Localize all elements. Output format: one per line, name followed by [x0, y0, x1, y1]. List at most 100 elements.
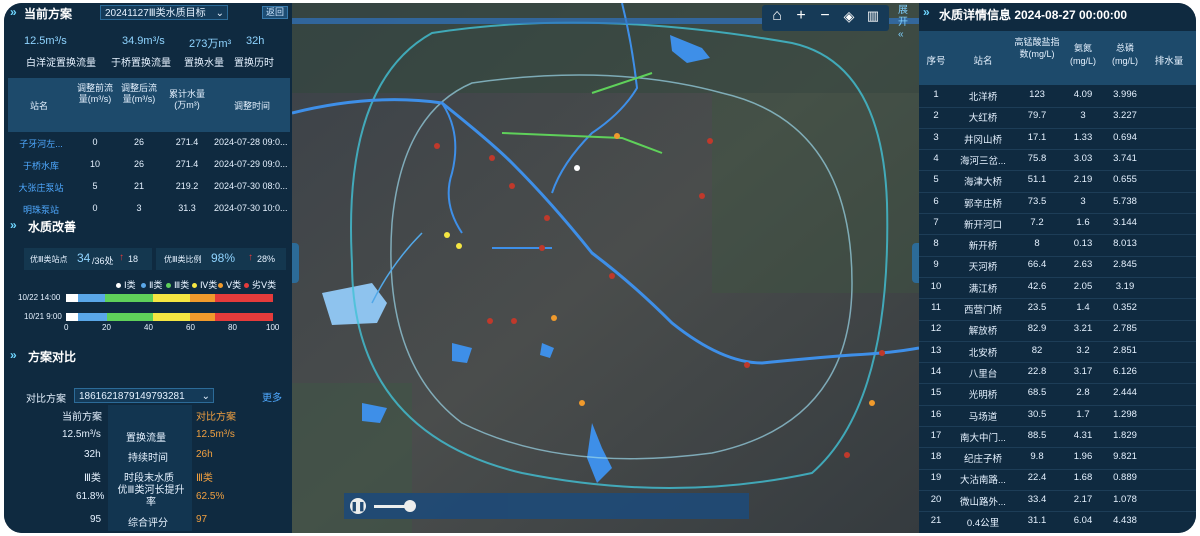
double-chevron-icon: « [898, 29, 904, 40]
detail-cell: 八里台 [968, 368, 998, 380]
detail-cell: 79.7 [1027, 110, 1047, 122]
back-button[interactable]: 返回 [262, 6, 288, 19]
station-cell: 26 [133, 137, 144, 147]
axis-tick: 40 [144, 323, 153, 332]
detail-cell: 满江桥 [968, 283, 998, 295]
detail-row[interactable]: 5 海津大桥 51.1 2.19 0.655 [919, 170, 1196, 193]
expand-panel-button[interactable]: 展开 « [898, 5, 912, 41]
detail-cell: 7 [933, 216, 939, 228]
home-icon[interactable]: ⌂ [766, 5, 788, 27]
detail-cell: 2.17 [1073, 493, 1093, 505]
detail-row[interactable]: 15 光明桥 68.5 2.8 2.444 [919, 383, 1196, 406]
detail-cell: 郭辛庄桥 [963, 198, 1002, 210]
detail-row[interactable]: 4 海河三岔... 75.8 3.03 3.741 [919, 149, 1196, 172]
detail-cell: 海津大桥 [963, 177, 1002, 189]
detail-cell: 3 [933, 131, 939, 143]
station-name-link[interactable]: 子牙河左... [10, 137, 72, 150]
collapse-left-handle[interactable] [292, 243, 299, 283]
detail-row[interactable]: 10 满江桥 42.6 2.05 3.19 [919, 277, 1196, 300]
bar-segment [78, 313, 108, 321]
compare-other-value: 12.5m³/s [196, 429, 235, 440]
station-col-name: 站名 [29, 101, 48, 111]
detail-cell: 3.227 [1113, 110, 1137, 122]
detail-cell: 北安桥 [968, 347, 998, 359]
detail-row[interactable]: 3 井冈山桥 17.1 1.33 0.694 [919, 128, 1196, 151]
detail-cell: 3.19 [1115, 280, 1135, 292]
detail-row[interactable]: 1 北洋桥 123 4.09 3.996 [919, 85, 1196, 108]
plus-icon[interactable]: + [790, 5, 812, 27]
detail-cell: 22.8 [1027, 365, 1047, 377]
detail-row[interactable]: 11 西营门桥 23.5 1.4 0.352 [919, 298, 1196, 321]
compare-select[interactable]: 1861621879149793281 ⌄ [74, 388, 214, 403]
map-canvas[interactable] [291, 3, 920, 533]
map-view[interactable]: ⌂ + − ◈ ▥ 展开 « ❚❚ [291, 3, 920, 533]
metric-value-3: 32h [246, 35, 265, 47]
legend-item-3: Ⅲ类 [166, 278, 189, 291]
detail-cell: 5.738 [1113, 195, 1137, 207]
detail-row[interactable]: 21 0.4公里 31.1 6.04 4.438 [919, 511, 1196, 533]
detail-row[interactable]: 17 南大中门... 88.5 4.31 1.829 [919, 426, 1196, 449]
compare-select-label: 对比方案 [26, 394, 66, 405]
detail-cell: 1.6 [1076, 216, 1090, 228]
station-name-link[interactable]: 大张庄泵站 [10, 181, 72, 194]
minus-icon[interactable]: − [814, 5, 836, 27]
detail-cell: 0.889 [1113, 472, 1137, 484]
station-cell: 3 [136, 203, 142, 213]
detail-cell: 0.655 [1113, 174, 1137, 186]
station-name-link[interactable]: 于桥水库 [10, 159, 72, 172]
detail-cell: 5 [933, 174, 939, 186]
detail-row[interactable]: 9 天河桥 66.4 2.63 2.845 [919, 255, 1196, 278]
detail-row[interactable]: 7 新开河口 7.2 1.6 3.144 [919, 213, 1196, 236]
detail-row[interactable]: 8 新开桥 8 0.13 8.013 [919, 234, 1196, 257]
detail-row[interactable]: 14 八里台 22.8 3.17 6.126 [919, 362, 1196, 385]
detail-cell: 15 [930, 387, 942, 399]
detail-cell: 2.63 [1073, 259, 1093, 271]
detail-row[interactable]: 12 解放桥 82.9 3.21 2.785 [919, 319, 1196, 342]
detail-cell: 大红桥 [968, 113, 998, 125]
detail-cell: 31.1 [1027, 515, 1047, 526]
layers-icon[interactable]: ◈ [838, 5, 860, 27]
axis-tick: 100 [266, 323, 280, 332]
compare-metric-label: 优Ⅲ类河长提升率 [117, 485, 185, 508]
detail-row[interactable]: 2 大红桥 79.7 3 3.227 [919, 106, 1196, 129]
detail-cell: 2.8 [1076, 387, 1090, 399]
left-panel: » 当前方案 20241127Ⅲ类水质目标 ⌄ 返回 12.5m³/s 34.9… [4, 3, 292, 533]
map-icon[interactable]: ▥ [862, 5, 884, 27]
detail-cell: 19 [930, 472, 942, 484]
timeline-slider-handle[interactable] [404, 500, 416, 512]
station-col-before: 调整前流量(m³/s) [76, 83, 113, 104]
detail-row[interactable]: 16 马场道 30.5 1.7 1.298 [919, 405, 1196, 427]
bar-segment [190, 294, 215, 302]
station-name-link[interactable]: 明珠泵站 [10, 203, 72, 216]
plan-select[interactable]: 20241127Ⅲ类水质目标 ⌄ [100, 5, 228, 20]
detail-cell: 75.8 [1027, 152, 1047, 164]
detail-row[interactable]: 20 微山路外... 33.4 2.17 1.078 [919, 490, 1196, 513]
detail-row[interactable]: 6 郭辛庄桥 73.5 3 5.738 [919, 192, 1196, 214]
detail-cell: 新开河口 [963, 219, 1002, 231]
bar-segment [66, 294, 79, 302]
more-link[interactable]: 更多 [262, 389, 282, 404]
station-cell: 271.4 [175, 159, 199, 169]
chevron-down-icon: ⌄ [215, 8, 224, 19]
collapse-right-handle[interactable] [912, 243, 919, 283]
detail-cell: 33.4 [1027, 493, 1047, 505]
axis-tick: 20 [102, 323, 111, 332]
detail-col-tp: 总磷(mg/L) [1111, 43, 1138, 66]
good-ratio-label: 优Ⅲ类比例 [164, 255, 202, 264]
detail-cell: 4.438 [1113, 515, 1137, 526]
metric-value-1: 34.9m³/s [122, 35, 165, 47]
detail-cell: 2.785 [1113, 323, 1137, 335]
detail-cell: 68.5 [1027, 387, 1047, 399]
detail-row[interactable]: 18 纪庄子桥 9.8 1.96 9.821 [919, 447, 1196, 470]
compare-select-value: 1861621879149793281 [79, 391, 185, 402]
detail-cell: 4 [933, 152, 939, 164]
timeline-player: ❚❚ [344, 493, 749, 519]
detail-cell: 光明桥 [968, 390, 998, 402]
compare-section-title: 方案对比 [28, 350, 77, 364]
detail-cell: 西营门桥 [963, 305, 1002, 316]
pause-icon[interactable]: ❚❚ [350, 498, 366, 514]
detail-cell: 0.4公里 [966, 518, 1000, 529]
detail-row[interactable]: 19 大沽南路... 22.4 1.68 0.889 [919, 468, 1196, 491]
legend-item-6: 劣Ⅴ类 [244, 278, 276, 291]
detail-row[interactable]: 13 北安桥 82 3.2 2.851 [919, 341, 1196, 364]
